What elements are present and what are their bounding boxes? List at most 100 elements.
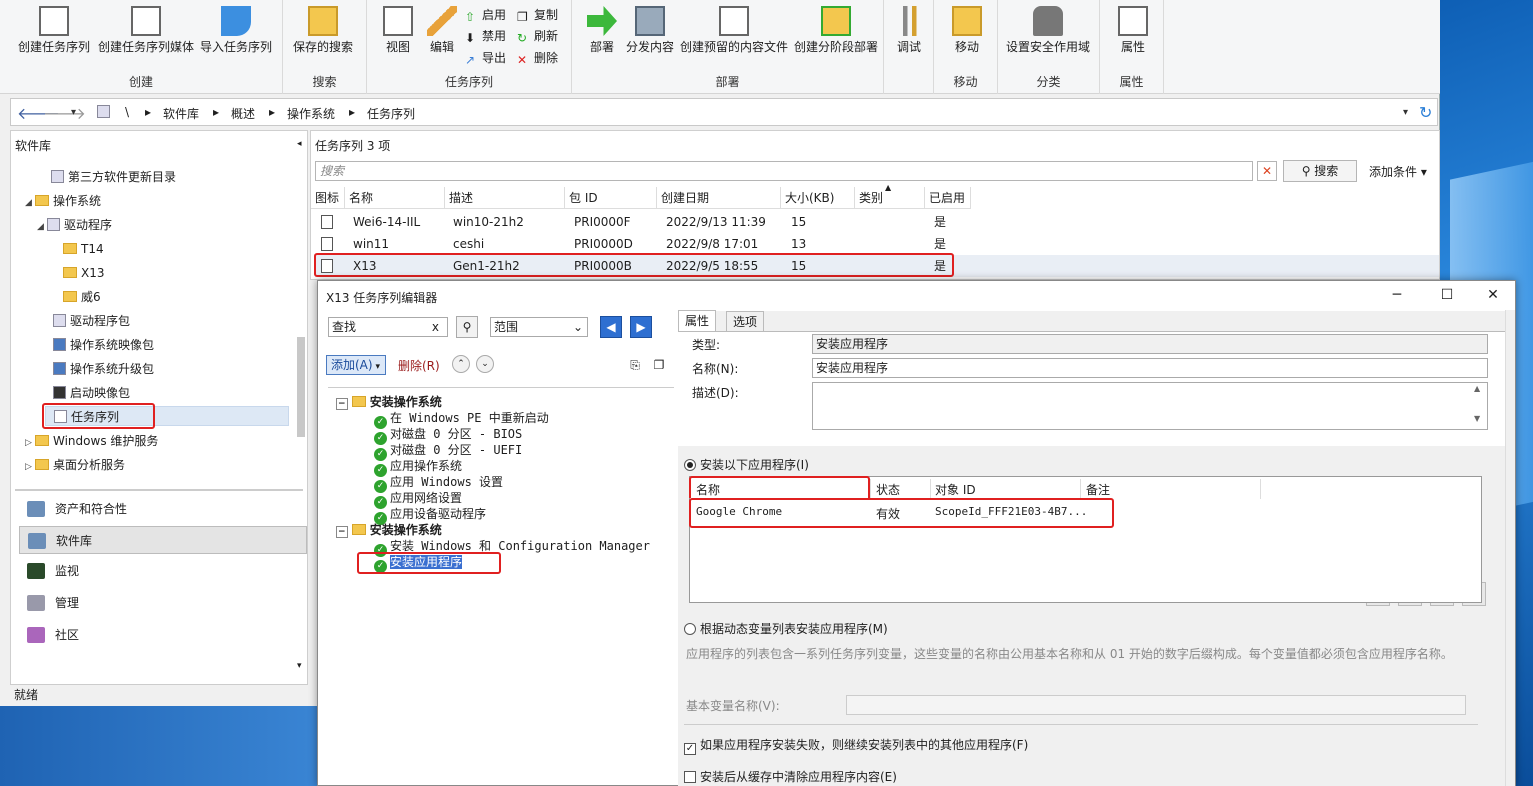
tree-scrollbar[interactable] [297,337,305,437]
create-task-sequence-button[interactable]: 创建任务序列 [18,6,90,55]
close-icon[interactable]: ✕ [1478,285,1508,305]
create-prestaged-content-button[interactable]: 创建预留的内容文件 [680,6,788,55]
search-button[interactable]: ⚲ 搜索 [1283,160,1357,182]
step-item[interactable]: ✓ 应用设备驱动程序 [374,506,486,525]
col-size[interactable]: 大小(KB) [781,187,855,209]
step-group[interactable]: − 安装操作系统 [336,394,442,410]
deploy-button[interactable]: 部署 [587,6,617,55]
tree-item-os-images[interactable]: 操作系统映像包 [53,335,154,355]
maximize-icon[interactable]: ☐ [1432,285,1462,305]
radio-dynamic-list[interactable]: 根据动态变量列表安装应用程序(M) [684,620,888,637]
col-description[interactable]: 描述 [445,187,565,209]
col-package-id[interactable]: 包 ID [565,187,657,209]
find-input[interactable]: 查找 x [328,317,448,337]
forward-arrow-icon[interactable]: 🡒 [43,103,86,123]
copy-step-button[interactable]: ❐ [650,355,668,373]
scope-select[interactable]: 范围 ⌄ [490,317,588,337]
step-item[interactable]: ✓ 在 Windows PE 中重新启动 [374,410,549,429]
name-field[interactable]: 安装应用程序 [812,358,1488,378]
dialog-scrollbar[interactable] [1505,310,1515,786]
tree-item-third-party-catalog[interactable]: 第三方软件更新目录 [51,167,176,187]
import-task-sequence-button[interactable]: 导入任务序列 [200,6,272,55]
crumb-overview[interactable]: 概述 [231,105,255,122]
clear-search-icon[interactable]: ✕ [1257,161,1277,181]
radio-install-following[interactable]: 安装以下应用程序(I) [684,456,809,473]
properties-button[interactable]: 属性 [1118,6,1148,55]
col-created-date[interactable]: 创建日期 [657,187,781,209]
saved-search-button[interactable]: 保存的搜索 [293,6,353,55]
distribute-content-button[interactable]: 分发内容 [626,6,674,55]
refresh-button[interactable]: ↻ 刷新 [517,27,558,45]
app-col-notes[interactable]: 备注 [1086,481,1110,498]
table-row[interactable]: win11 ceshi PRI0000D 2022/9/8 17:01 13 是 [315,233,1439,255]
delete-button[interactable]: ✕ 删除 [517,49,558,67]
tree-item-windows-servicing[interactable]: ▷ Windows 维护服务 [25,431,158,451]
continue-on-failure-checkbox[interactable]: ✓ 如果应用程序安装失败，则继续安装列表中的其他应用程序(F) [684,736,1028,755]
tree-item-drivers[interactable]: ◢ 驱动程序 [37,215,112,235]
description-field[interactable] [812,382,1488,430]
step-item[interactable]: ✓ 应用操作系统 [374,458,462,477]
tab-properties[interactable]: 属性 [678,310,717,332]
tree-item-boot-images[interactable]: 启动映像包 [53,383,130,403]
step-item[interactable]: ✓ 应用网络设置 [374,490,462,509]
tree-item-wei6[interactable]: 威6 [63,287,101,307]
expand-arrow-icon[interactable]: ◢ [37,217,47,237]
col-icon[interactable]: 图标 [311,187,345,209]
crumb-operating-systems[interactable]: 操作系统 [287,105,335,122]
add-menu-button[interactable]: 添加(A) ▾ [326,355,386,375]
copy-button[interactable]: ❐ 复制 [517,6,558,24]
delete-step-button[interactable]: 删除(R) [398,357,440,374]
app-row[interactable]: Google Chrome 有效 ScopeId_FFF21E03-4B7... [690,503,1480,523]
collapse-arrow-icon[interactable]: ▷ [25,457,35,477]
refresh-icon[interactable]: ↻ [1419,103,1432,122]
col-name[interactable]: 名称 [345,187,445,209]
description-scroll-up-icon[interactable]: ▲ [1474,384,1480,393]
debug-button[interactable]: 调试 [894,6,924,55]
collapse-arrow-icon[interactable]: ▷ [25,433,35,453]
enable-button[interactable]: ⇧ 启用 [465,6,506,24]
clear-cache-checkbox[interactable]: 安装后从缓存中清除应用程序内容(E) [684,768,897,785]
move-up-button[interactable]: ⌃ [452,355,470,373]
workspace-community[interactable]: 社区 [19,621,307,649]
view-button[interactable]: 视图 [383,6,413,55]
app-col-object-id[interactable]: 对象 ID [935,481,976,498]
disable-button[interactable]: ⬇ 禁用 [465,27,506,45]
app-col-status[interactable]: 状态 [876,481,900,498]
clear-find-icon[interactable]: x [432,318,439,336]
tree-item-driver-packages[interactable]: 驱动程序包 [53,311,130,331]
col-enabled[interactable]: 已启用 [925,187,971,209]
address-dropdown-icon[interactable]: ▾ [1403,107,1408,118]
workspace-menu-icon[interactable]: ▾ [297,661,302,671]
tree-item-operating-systems[interactable]: ◢ 操作系统 [25,191,101,211]
tree-item-t14[interactable]: T14 [63,239,104,259]
workspace-administration[interactable]: 管理 [19,589,307,617]
tab-options[interactable]: 选项 [726,311,765,331]
tree-item-desktop-analytics[interactable]: ▷ 桌面分析服务 [25,455,125,475]
crumb-task-sequences[interactable]: 任务序列 [367,105,415,122]
search-input[interactable]: 搜索 [315,161,1253,181]
paste-step-button[interactable]: ⎘ [626,355,644,373]
find-button[interactable]: ⚲ [456,316,478,338]
next-match-button[interactable]: ▶ [630,316,652,338]
splitter[interactable] [15,489,303,491]
collapse-pane-icon[interactable]: ◂ [297,139,302,149]
workspace-monitoring[interactable]: 监视 [19,557,307,585]
step-item[interactable]: ✓ 应用 Windows 设置 [374,474,503,493]
create-phased-deployment-button[interactable]: 创建分阶段部署 [794,6,878,55]
add-criteria-button[interactable]: 添加条件 ▾ [1369,163,1427,180]
step-group[interactable]: − 安装操作系统 [336,522,442,538]
workspace-software-library[interactable]: 软件库 [19,526,307,554]
app-col-name[interactable]: 名称 [696,481,720,498]
description-scroll-down-icon[interactable]: ▼ [1474,414,1480,423]
address-bar[interactable]: 🡐 🡒 ▾ \ ▸ 软件库 ▸ 概述 ▸ 操作系统 ▸ 任务序列 ▾ ↻ [10,98,1438,126]
workspace-assets-compliance[interactable]: 资产和符合性 [19,495,307,523]
step-item[interactable]: ✓ 对磁盘 0 分区 - BIOS [374,426,522,445]
previous-match-button[interactable]: ◀ [600,316,622,338]
minimize-icon[interactable]: ─ [1382,285,1412,305]
crumb-software-library[interactable]: 软件库 [163,105,199,122]
tree-item-x13[interactable]: X13 [63,263,105,283]
table-row-selected[interactable]: X13 Gen1-21h2 PRI0000B 2022/9/5 18:55 15 是 [315,255,1439,277]
expand-arrow-icon[interactable]: ◢ [25,193,35,213]
step-item[interactable]: ✓ 对磁盘 0 分区 - UEFI [374,442,522,461]
step-item[interactable]: ✓ 安装 Windows 和 Configuration Manager [374,538,650,557]
